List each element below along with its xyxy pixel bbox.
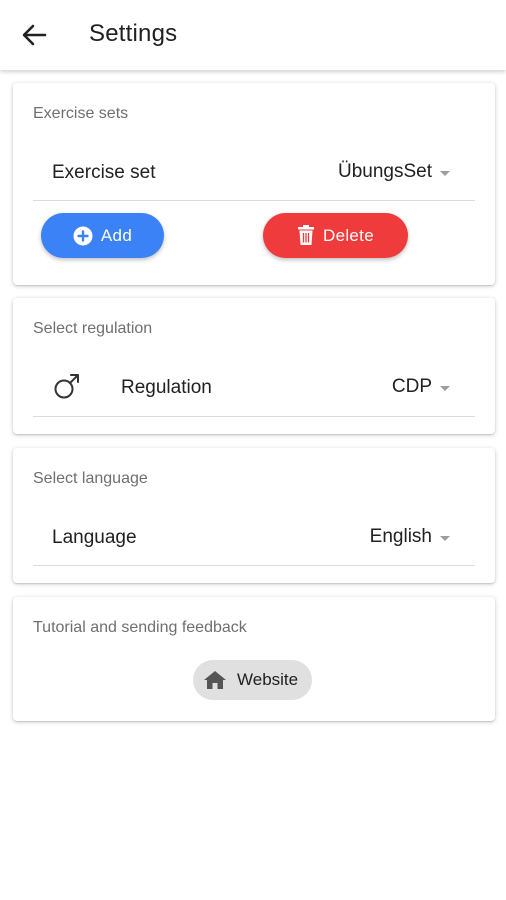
arrow-left-icon (22, 24, 47, 46)
chevron-down-icon (440, 170, 450, 176)
add-button[interactable]: Add (41, 213, 164, 258)
page-title: Settings (89, 20, 178, 47)
delete-button[interactable]: Delete (263, 213, 408, 258)
exercise-sets-card: Exercise sets Exercise set ÜbungsSet Add (13, 83, 495, 285)
trash-icon (297, 225, 315, 246)
regulation-label: Regulation (121, 377, 212, 398)
regulation-divider (33, 416, 475, 417)
home-icon (203, 670, 227, 690)
language-value: English (369, 526, 432, 547)
regulation-card: Select regulation Regulation CDP (13, 298, 495, 434)
settings-content: Exercise sets Exercise set ÜbungsSet Add (0, 70, 506, 900)
regulation-value: CDP (391, 376, 432, 397)
add-circle-icon (73, 226, 93, 246)
feedback-card: Tutorial and sending feedback Website (13, 597, 495, 721)
website-chip[interactable]: Website (193, 660, 313, 700)
regulation-card-title: Select regulation (33, 320, 153, 337)
exercise-sets-card-title: Exercise sets (33, 105, 129, 122)
delete-button-label: Delete (323, 225, 374, 245)
language-card: Select language Language English (13, 448, 495, 583)
regulation-select[interactable]: CDP (392, 376, 450, 398)
website-chip-label: Website (237, 670, 299, 689)
add-button-label: Add (100, 225, 133, 245)
app-bar: Settings (0, 0, 506, 70)
back-button[interactable] (20, 22, 48, 48)
exercise-set-divider (33, 200, 475, 201)
exercise-set-select[interactable]: ÜbungsSet (338, 161, 450, 183)
exercise-set-value: ÜbungsSet (337, 161, 432, 182)
chevron-down-icon (440, 535, 450, 541)
exercise-set-label: Exercise set (52, 162, 156, 183)
language-card-title: Select language (33, 470, 148, 487)
language-divider (33, 565, 475, 566)
chevron-down-icon (440, 385, 450, 391)
language-label: Language (52, 527, 137, 548)
feedback-card-title: Tutorial and sending feedback (33, 619, 247, 636)
male-symbol-icon (53, 372, 81, 405)
language-select[interactable]: English (370, 526, 450, 548)
